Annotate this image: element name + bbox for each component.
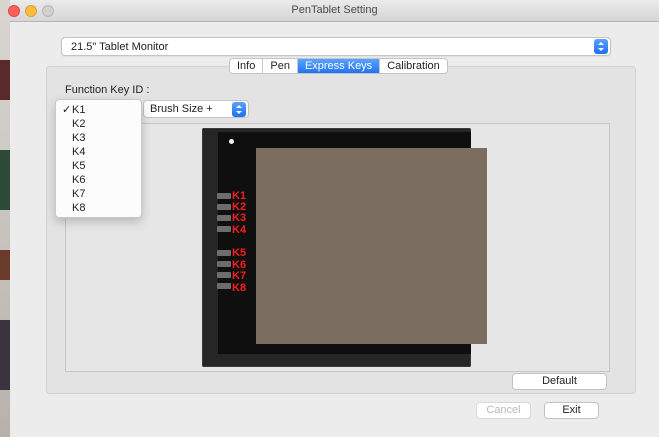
tab-pen[interactable]: Pen <box>263 59 298 73</box>
chevron-updown-icon <box>594 39 608 54</box>
tablet-key-label: K3 <box>232 212 247 224</box>
dropdown-item-k7[interactable]: K7 <box>56 187 141 201</box>
monitor-select[interactable]: 21.5" Tablet Monitor <box>61 37 611 56</box>
function-key-id-label: Function Key ID : <box>65 84 150 96</box>
tablet-express-key <box>217 204 231 210</box>
tab-info[interactable]: Info <box>230 59 264 73</box>
tablet-key-label: K5 <box>232 247 247 259</box>
dropdown-item-k4[interactable]: K4 <box>56 145 141 159</box>
power-led-icon <box>229 139 234 144</box>
dropdown-item-k8[interactable]: K8 <box>56 201 141 215</box>
dropdown-item-k6[interactable]: K6 <box>56 173 141 187</box>
dropdown-item-k5[interactable]: K5 <box>56 159 141 173</box>
window-title: PenTablet Setting <box>291 4 378 16</box>
tablet-express-key <box>217 272 231 278</box>
checkmark-icon: ✓ <box>62 104 72 116</box>
screen: PenTablet Setting 21.5" Tablet Monitor I… <box>0 0 659 437</box>
tab-bar: Info Pen Express Keys Calibration <box>229 58 448 74</box>
tablet-express-key <box>217 250 231 256</box>
tablet-express-key <box>217 283 231 289</box>
key-action-value: Brush Size + <box>150 103 213 115</box>
key-action-select[interactable]: Brush Size + <box>143 100 249 118</box>
tab-calibration[interactable]: Calibration <box>380 59 447 73</box>
cancel-button[interactable]: Cancel <box>476 402 531 419</box>
dropdown-item-k3[interactable]: K3 <box>56 131 141 145</box>
monitor-select-value: 21.5" Tablet Monitor <box>71 41 169 53</box>
desktop-background <box>0 0 10 437</box>
tablet-express-key <box>217 193 231 199</box>
tablet-express-key <box>217 215 231 221</box>
dropdown-item-k1[interactable]: ✓K1 <box>56 103 141 117</box>
tablet-key-label: K7 <box>232 270 247 282</box>
tablet-bezel <box>218 132 487 354</box>
title-bar: PenTablet Setting <box>8 0 659 22</box>
pentablet-window: PenTablet Setting 21.5" Tablet Monitor I… <box>8 0 659 437</box>
tablet-express-key <box>217 261 231 267</box>
tablet-screen <box>256 148 487 344</box>
tablet-key-label: K8 <box>232 282 247 294</box>
tablet-express-key <box>217 226 231 232</box>
default-button[interactable]: Default <box>512 373 607 390</box>
tab-express-keys[interactable]: Express Keys <box>297 59 381 73</box>
dropdown-item-k2[interactable]: K2 <box>56 117 141 131</box>
tablet-key-label: K4 <box>232 224 247 236</box>
exit-button[interactable]: Exit <box>544 402 599 419</box>
chevron-updown-icon <box>232 102 246 117</box>
function-key-dropdown-menu: ✓K1 K2 K3 K4 K5 K6 K7 K8 <box>55 99 142 218</box>
